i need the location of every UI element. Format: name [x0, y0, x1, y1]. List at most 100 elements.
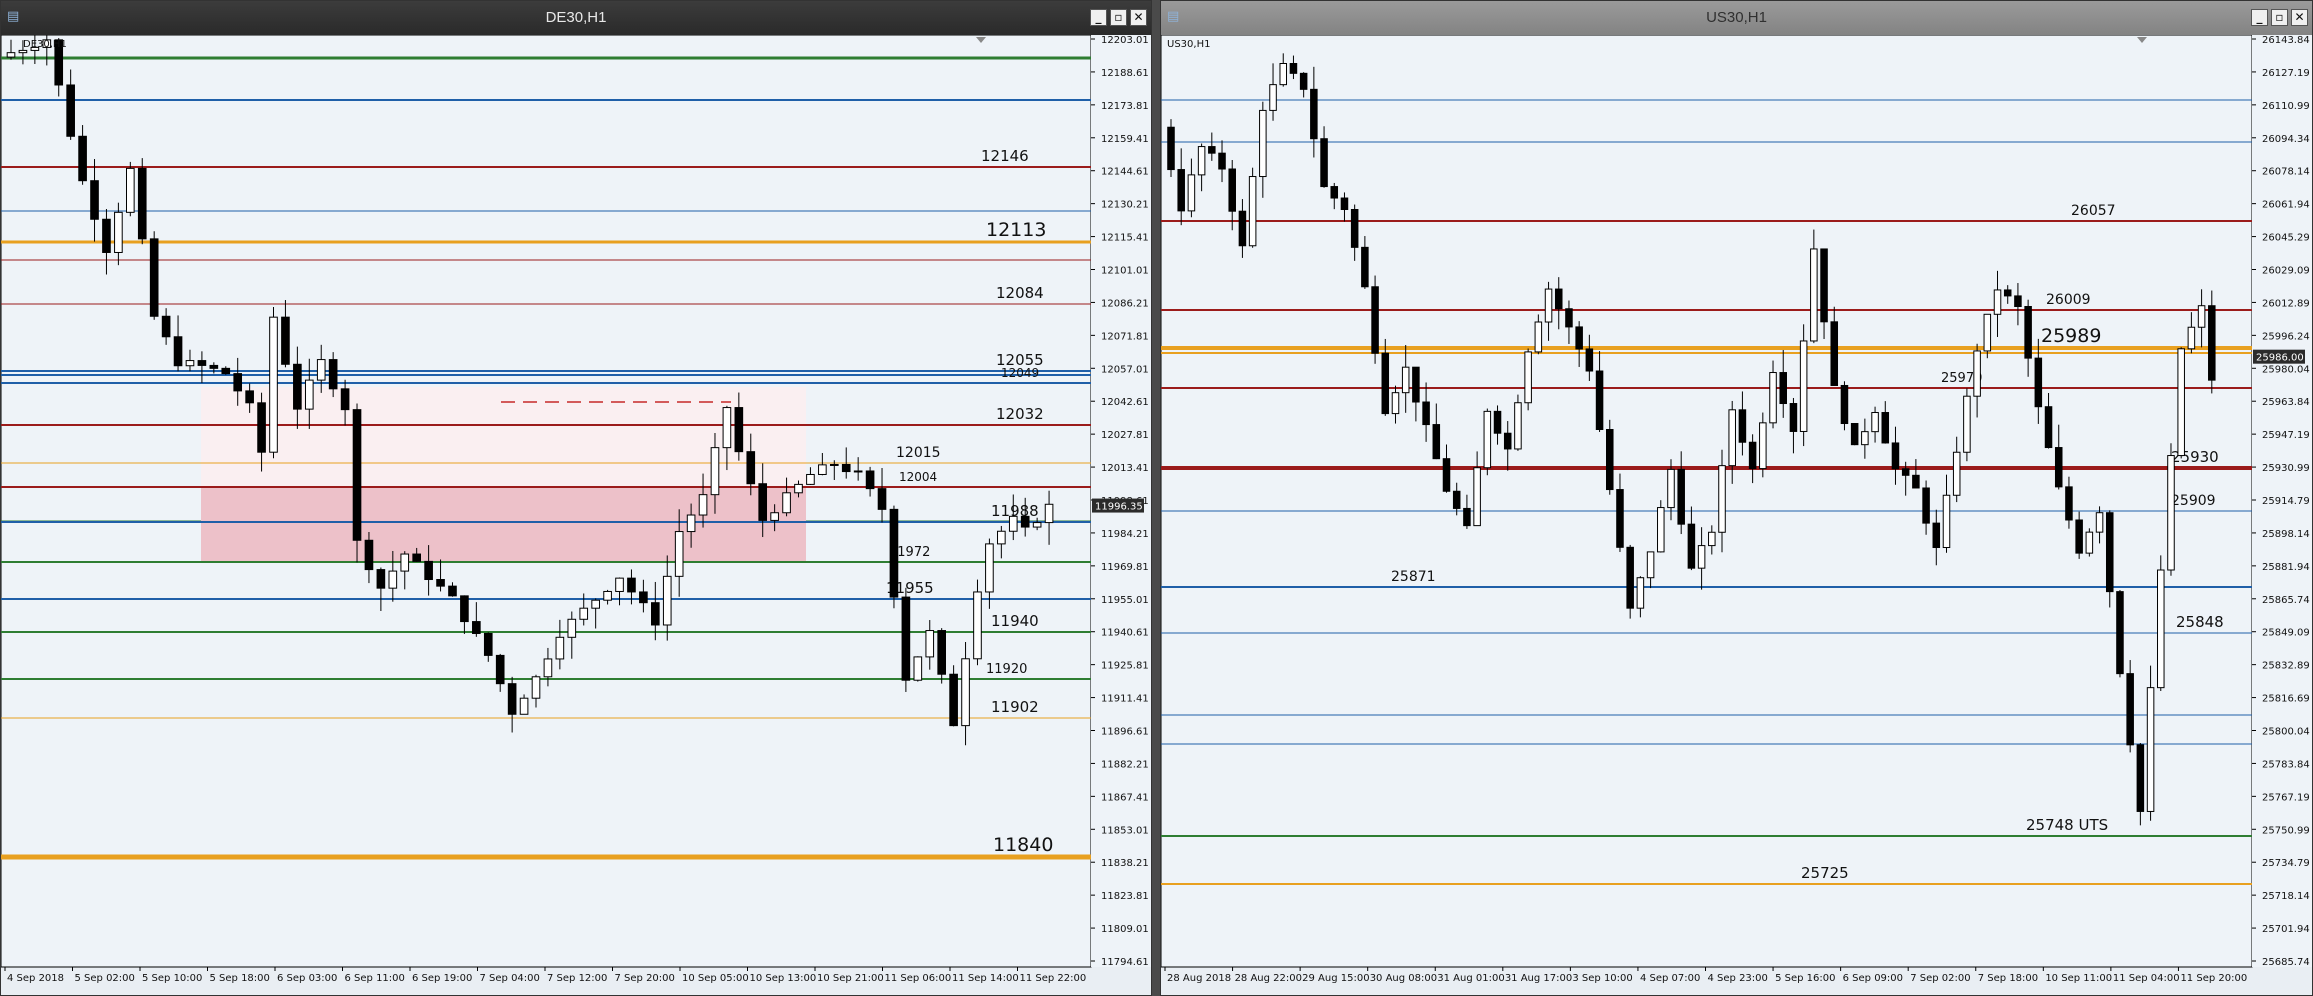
time-tick-label: 6 Sep 09:00: [1843, 973, 1903, 984]
candle-body: [1677, 468, 1685, 525]
candle-body: [1667, 468, 1675, 509]
minimize-button[interactable]: _: [1090, 9, 1107, 26]
restore-button[interactable]: ▫: [2271, 9, 2288, 26]
candle-body: [173, 336, 183, 367]
time-tick-label: 7 Sep 02:00: [1910, 973, 1970, 984]
candle-body: [829, 463, 839, 466]
candle-body: [293, 363, 302, 410]
time-tick-label: 7 Sep 18:00: [1978, 973, 2038, 984]
candle-body: [1391, 392, 1400, 415]
time-tick-label: 4 Sep 07:00: [1640, 973, 1700, 984]
candle-body: [2146, 687, 2155, 812]
candle-body: [2014, 295, 2022, 307]
candle-body: [734, 407, 744, 453]
time-tick-label: 11 Sep 06:00: [885, 973, 952, 984]
price-tick-label: 25947.19: [2262, 430, 2310, 441]
candle-body: [961, 658, 970, 727]
candle-body: [2095, 512, 2104, 533]
price-tick-label: 25800.04: [2262, 727, 2310, 738]
time-tick-label: 30 Aug 08:00: [1370, 973, 1437, 984]
de30-chart-window[interactable]: ▤ DE30,H1 _ ▫ ✕ 12146 12113 12084 12055 1204…: [0, 0, 1152, 996]
candle-body: [698, 494, 708, 516]
price-tick-label: 12130.21: [1101, 200, 1149, 211]
close-button[interactable]: ✕: [1130, 9, 1147, 26]
candle-body: [1646, 551, 1655, 579]
level-label: 26009: [2046, 292, 2091, 308]
candle-body: [1606, 428, 1614, 491]
candle-body: [973, 591, 982, 660]
de30-chart-canvas[interactable]: 1214612113120841205512049120321201512004…: [1, 35, 1151, 995]
time-tick-label: 10 Sep 21:00: [817, 973, 884, 984]
candle-body: [746, 451, 756, 485]
time-tick-label: 31 Aug 01:00: [1437, 973, 1504, 984]
candle-body: [531, 676, 541, 699]
candle-body: [2003, 289, 2012, 297]
candle-body: [1554, 288, 1563, 310]
candle-body: [448, 585, 457, 597]
time-tick-label: 10 Sep 13:00: [750, 973, 817, 984]
price-tick-label: 12144.61: [1101, 167, 1149, 178]
candle-body: [1044, 503, 1054, 524]
candle-body: [662, 575, 672, 626]
candle-body: [495, 654, 505, 685]
candle-body: [328, 359, 338, 390]
price-tick-label: 12042.61: [1101, 397, 1149, 408]
candle-body: [281, 316, 290, 365]
candle-body: [1228, 168, 1236, 212]
candle-body: [1218, 152, 1226, 170]
time-tick-label: 5 Sep 18:00: [210, 973, 270, 984]
price-tick-label: 25767.19: [2262, 792, 2310, 803]
candle-body: [1442, 458, 1451, 492]
candle-body: [1830, 321, 1839, 386]
candle-body: [1269, 84, 1277, 111]
candle-body: [1820, 248, 1828, 323]
time-tick-label: 7 Sep 12:00: [547, 973, 607, 984]
level-label: 25748 UTS: [2026, 816, 2108, 834]
candle-body: [603, 590, 612, 601]
candle-body: [424, 560, 433, 581]
price-tick-label: 25816.69: [2262, 694, 2310, 705]
time-tick-label: 6 Sep 11:00: [345, 973, 405, 984]
minimize-button[interactable]: _: [2251, 9, 2268, 26]
candle-body: [806, 473, 815, 485]
us30-title-bar[interactable]: ▤ US30,H1 _ ▫ ✕: [1161, 1, 2312, 35]
candle-body: [841, 463, 851, 473]
price-tick-label: 25718.14: [2262, 891, 2310, 902]
candle-body: [1565, 308, 1573, 328]
candle-body: [543, 658, 553, 678]
candle-body: [66, 84, 75, 137]
price-tick-label: 25898.14: [2262, 529, 2310, 540]
de30-title-bar[interactable]: ▤ DE30,H1 _ ▫ ✕: [1, 1, 1151, 35]
candle-body: [901, 596, 911, 681]
candle-body: [877, 488, 887, 510]
candle-body: [1748, 441, 1757, 470]
candle-body: [1432, 424, 1441, 460]
us30-chart-canvas[interactable]: 2605726009259892597025930259092587125848…: [1161, 35, 2312, 995]
price-tick-label: 12086.21: [1101, 298, 1149, 309]
close-button[interactable]: ✕: [2291, 9, 2308, 26]
level-label: 11940: [991, 612, 1039, 630]
candle-body: [1544, 288, 1553, 323]
price-tick-label: 26078.14: [2262, 167, 2310, 178]
candle-body: [1320, 138, 1328, 188]
price-tick-label: 25963.84: [2262, 397, 2310, 408]
candle-body: [674, 531, 684, 577]
time-tick-label: 29 Aug 15:00: [1302, 973, 1369, 984]
candle-body: [1810, 248, 1818, 342]
candle-body: [1503, 432, 1512, 450]
candle-body: [519, 697, 529, 715]
us30-chart-window[interactable]: ▤ US30,H1 _ ▫ ✕ 26057 26009 25989 25970 2593…: [1160, 0, 2313, 996]
restore-button[interactable]: ▫: [1110, 9, 1127, 26]
price-tick-label: 11955.01: [1101, 595, 1149, 606]
candle-body: [2197, 305, 2206, 328]
symbol-label: DE30,H1: [23, 39, 67, 50]
candle-body: [1279, 62, 1288, 86]
time-tick-label: 11 Sep 20:00: [2180, 973, 2247, 984]
price-tick-label: 25750.99: [2262, 825, 2310, 836]
price-tick-label: 12101.01: [1101, 266, 1149, 277]
candle-body: [2136, 744, 2145, 812]
price-tick-label: 11969.81: [1101, 562, 1149, 573]
candle-body: [2024, 305, 2032, 359]
time-tick-label: 28 Aug 2018: [1167, 973, 1231, 984]
candle-body: [460, 595, 469, 623]
